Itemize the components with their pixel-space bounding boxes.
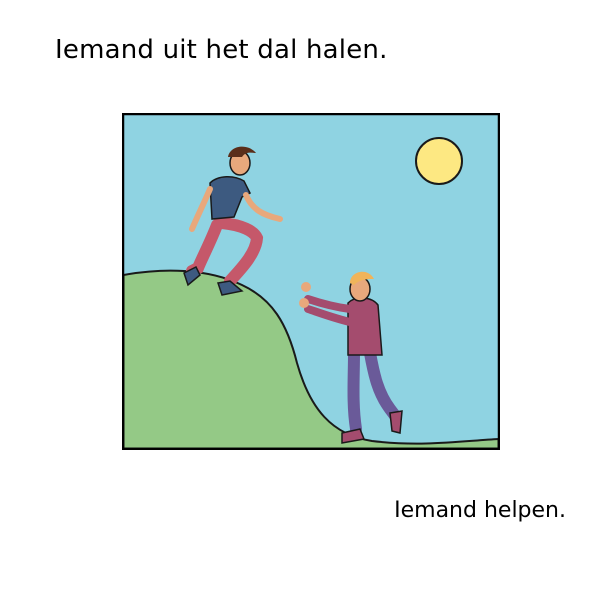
page-title: Iemand uit het dal halen. xyxy=(55,35,388,65)
illustration-helping-out-of-valley xyxy=(122,113,500,450)
sun xyxy=(415,137,463,185)
caption: Iemand helpen. xyxy=(394,498,566,523)
